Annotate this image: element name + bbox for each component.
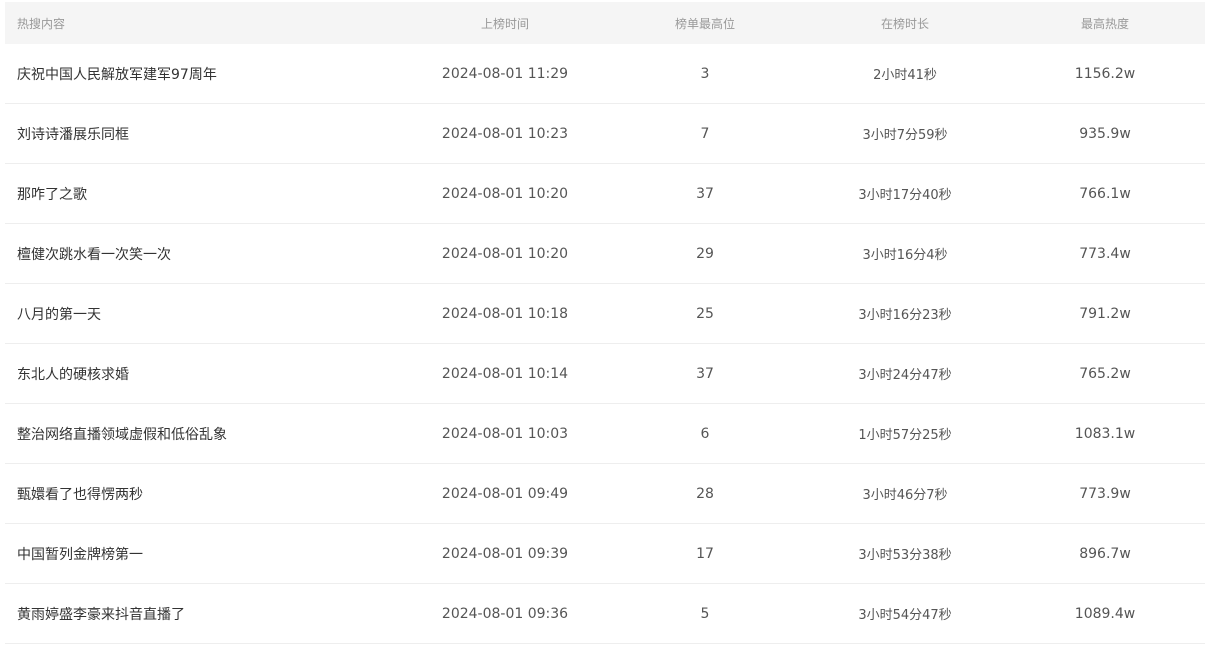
peak-rank-cell: 7 xyxy=(700,125,710,142)
topic-cell[interactable]: 中国暂列金牌榜第一 xyxy=(5,544,405,564)
table-row[interactable]: 檀健次跳水看一次笑一次 2024-08-01 10:20 29 3小时16分4秒 773… xyxy=(5,224,1205,284)
topic-cell[interactable]: 刘诗诗潘展乐同框 xyxy=(5,124,405,144)
duration-cell: 3小时53分38秒 xyxy=(858,548,952,563)
listed-time-cell: 2024-08-01 09:39 xyxy=(441,545,569,562)
listed-time-cell: 2024-08-01 10:20 xyxy=(441,185,569,202)
table-body: 庆祝中国人民解放军建军97周年 2024-08-01 11:29 3 2小时41秒 11… xyxy=(5,44,1205,644)
listed-time-cell: 2024-08-01 09:49 xyxy=(441,485,569,502)
peak-rank-cell: 29 xyxy=(696,245,714,262)
peak-rank-cell: 17 xyxy=(696,545,714,562)
listed-time-cell: 2024-08-01 10:14 xyxy=(441,365,569,382)
column-header-duration[interactable]: 在榜时长 xyxy=(805,15,1005,32)
table-row[interactable]: 东北人的硬核求婚 2024-08-01 10:14 37 3小时24分47秒 765.2… xyxy=(5,344,1205,404)
peak-rank-cell: 28 xyxy=(696,485,714,502)
column-header-listed-time[interactable]: 上榜时间 xyxy=(405,15,605,32)
duration-cell: 1小时57分25秒 xyxy=(858,428,952,443)
table-row[interactable]: 刘诗诗潘展乐同框 2024-08-01 10:23 7 3小时7分59秒 935.9w xyxy=(5,104,1205,164)
peak-heat-cell: 766.1w xyxy=(1079,185,1131,202)
duration-cell: 3小时16分4秒 xyxy=(862,248,948,263)
peak-rank-cell: 3 xyxy=(700,65,710,82)
topic-cell[interactable]: 那咋了之歌 xyxy=(5,184,405,204)
peak-heat-cell: 1089.4w xyxy=(1074,605,1136,622)
table-row[interactable]: 庆祝中国人民解放军建军97周年 2024-08-01 11:29 3 2小时41秒 11… xyxy=(5,44,1205,104)
peak-rank-cell: 25 xyxy=(696,305,714,322)
table-row[interactable]: 中国暂列金牌榜第一 2024-08-01 09:39 17 3小时53分38秒 896.… xyxy=(5,524,1205,584)
column-header-peak-heat[interactable]: 最高热度 xyxy=(1005,15,1205,32)
duration-cell: 3小时17分40秒 xyxy=(858,188,952,203)
column-header-topic[interactable]: 热搜内容 xyxy=(5,15,405,32)
peak-heat-cell: 1083.1w xyxy=(1074,425,1136,442)
table-row[interactable]: 黄雨婷盛李豪来抖音直播了 2024-08-01 09:36 5 3小时54分47秒 10… xyxy=(5,584,1205,644)
duration-cell: 3小时54分47秒 xyxy=(858,608,952,623)
peak-heat-cell: 773.4w xyxy=(1079,245,1131,262)
peak-heat-cell: 896.7w xyxy=(1079,545,1131,562)
duration-cell: 2小时41秒 xyxy=(873,68,937,83)
table-header: 热搜内容 上榜时间 榜单最高位 在榜时长 最高热度 xyxy=(5,2,1205,44)
table-row[interactable]: 整治网络直播领域虚假和低俗乱象 2024-08-01 10:03 6 1小时57分25… xyxy=(5,404,1205,464)
hot-search-table: 热搜内容 上榜时间 榜单最高位 在榜时长 最高热度 庆祝中国人民解放军建军97周… xyxy=(5,2,1205,644)
table-row[interactable]: 八月的第一天 2024-08-01 10:18 25 3小时16分23秒 791.2w xyxy=(5,284,1205,344)
listed-time-cell: 2024-08-01 10:20 xyxy=(441,245,569,262)
topic-cell[interactable]: 黄雨婷盛李豪来抖音直播了 xyxy=(5,604,405,624)
topic-cell[interactable]: 庆祝中国人民解放军建军97周年 xyxy=(5,64,405,84)
listed-time-cell: 2024-08-01 10:18 xyxy=(441,305,569,322)
peak-rank-cell: 37 xyxy=(696,365,714,382)
peak-rank-cell: 6 xyxy=(700,425,710,442)
topic-cell[interactable]: 甄嬛看了也得愣两秒 xyxy=(5,484,405,504)
peak-heat-cell: 773.9w xyxy=(1079,485,1131,502)
peak-rank-cell: 5 xyxy=(700,605,710,622)
duration-cell: 3小时46分7秒 xyxy=(862,488,948,503)
column-header-peak-rank[interactable]: 榜单最高位 xyxy=(605,15,805,32)
peak-heat-cell: 791.2w xyxy=(1079,305,1131,322)
peak-heat-cell: 765.2w xyxy=(1079,365,1131,382)
duration-cell: 3小时16分23秒 xyxy=(858,308,952,323)
table-row[interactable]: 那咋了之歌 2024-08-01 10:20 37 3小时17分40秒 766.1w xyxy=(5,164,1205,224)
duration-cell: 3小时24分47秒 xyxy=(858,368,952,383)
topic-cell[interactable]: 东北人的硬核求婚 xyxy=(5,364,405,384)
peak-heat-cell: 1156.2w xyxy=(1074,65,1136,82)
listed-time-cell: 2024-08-01 10:03 xyxy=(441,425,569,442)
listed-time-cell: 2024-08-01 10:23 xyxy=(441,125,569,142)
listed-time-cell: 2024-08-01 11:29 xyxy=(441,65,569,82)
peak-heat-cell: 935.9w xyxy=(1079,125,1131,142)
table-row[interactable]: 甄嬛看了也得愣两秒 2024-08-01 09:49 28 3小时46分7秒 773.9… xyxy=(5,464,1205,524)
peak-rank-cell: 37 xyxy=(696,185,714,202)
topic-cell[interactable]: 八月的第一天 xyxy=(5,304,405,324)
topic-cell[interactable]: 整治网络直播领域虚假和低俗乱象 xyxy=(5,424,405,444)
listed-time-cell: 2024-08-01 09:36 xyxy=(441,605,569,622)
topic-cell[interactable]: 檀健次跳水看一次笑一次 xyxy=(5,244,405,264)
duration-cell: 3小时7分59秒 xyxy=(862,128,948,143)
